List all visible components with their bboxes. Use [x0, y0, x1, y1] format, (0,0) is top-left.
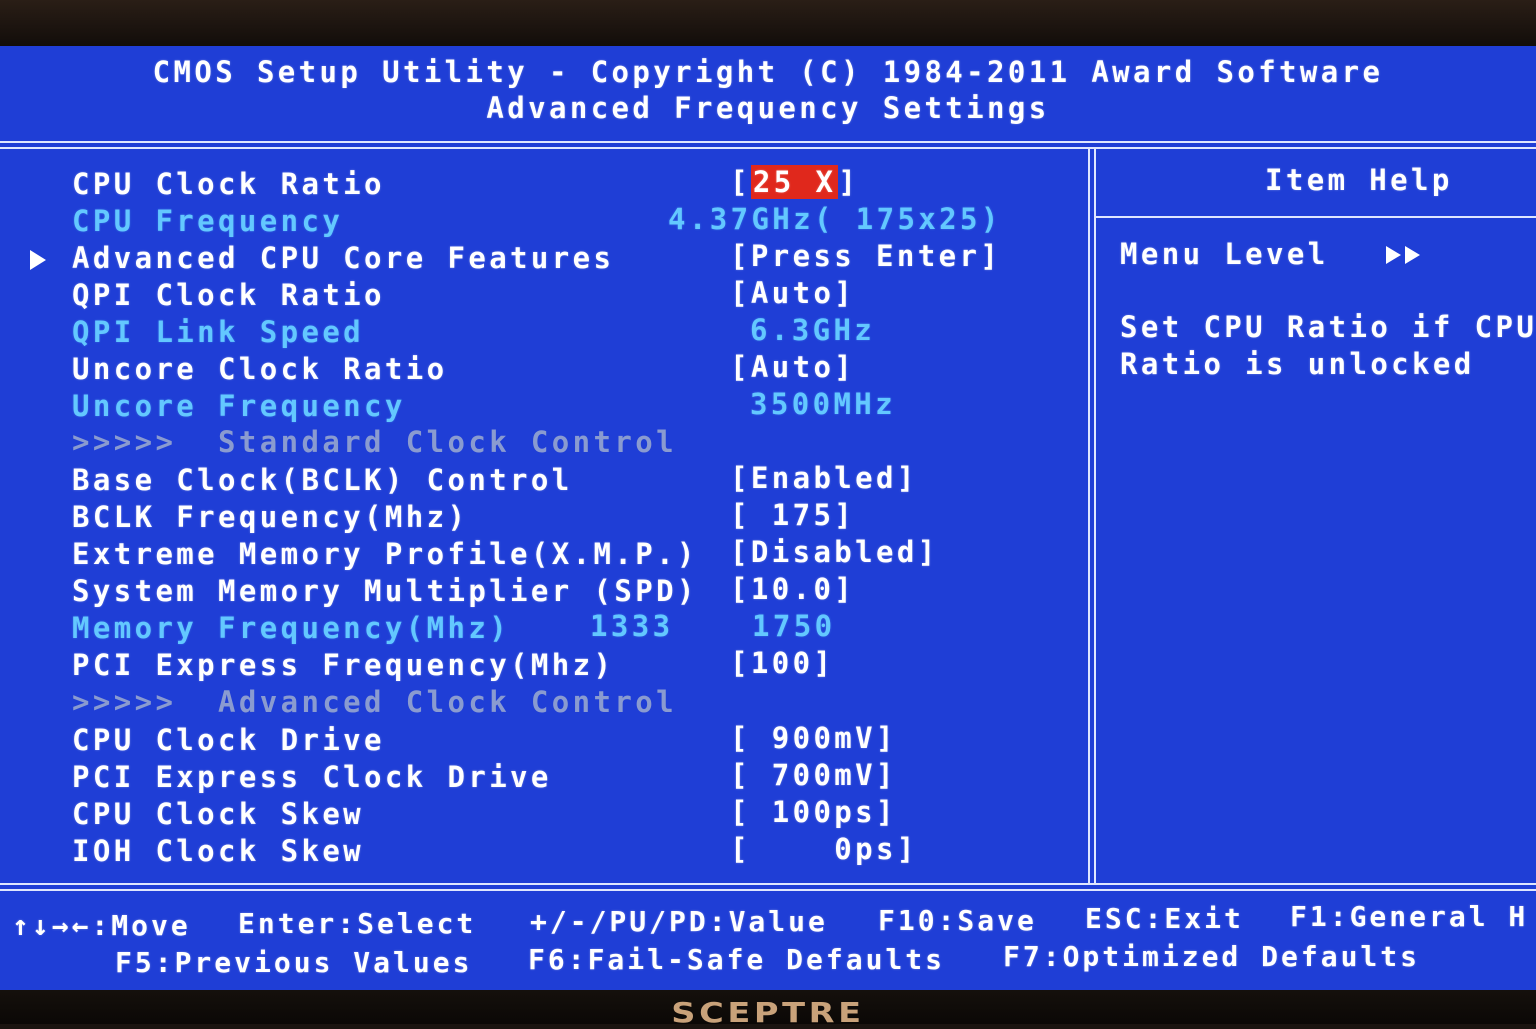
setting-label: CPU Clock Skew	[72, 797, 365, 831]
setting-value[interactable]: [100]	[730, 649, 834, 678]
setting-label: QPI Clock Ratio	[72, 278, 385, 312]
key-move: ↑↓→←:Move	[12, 909, 191, 942]
section-heading: >>>>> Advanced Clock Control	[72, 685, 677, 719]
setting-value[interactable]: [Disabled]	[730, 538, 939, 567]
key-exit: ESC:Exit	[1085, 902, 1244, 935]
help-divider	[1094, 216, 1536, 218]
setting-value[interactable]: [Press Enter]	[730, 242, 1001, 271]
setting-label: CPU Frequency	[72, 204, 344, 238]
setting-label: System Memory Multiplier (SPD)	[72, 574, 698, 608]
setting-label: PCI Express Frequency(Mhz)	[72, 648, 615, 682]
key-fail-safe-defaults: F6:Fail-Safe Defaults	[528, 943, 946, 976]
setting-value[interactable]: [Auto]	[730, 279, 855, 308]
key-save: F10:Save	[878, 904, 1037, 937]
setting-value[interactable]: [10.0]	[730, 575, 855, 604]
setting-value[interactable]: [ 700mV]	[730, 761, 897, 790]
key-optimized-defaults: F7:Optimized Defaults	[1003, 940, 1421, 973]
page-title: Advanced Frequency Settings	[486, 91, 1050, 125]
help-text-line-1: Set CPU Ratio if CPU	[1120, 310, 1536, 344]
monitor-brand-logo: SCEPTRE	[671, 996, 865, 1029]
value-bracket-close: ]	[838, 165, 860, 199]
setting-label: IOH Clock Skew	[72, 834, 365, 868]
setting-label: Base Clock(BCLK) Control	[72, 463, 573, 497]
menu-level-arrow-icon	[1386, 246, 1401, 264]
header-title: CMOS Setup Utility - Copyright (C) 1984-…	[152, 55, 1384, 89]
setting-label: Uncore Clock Ratio	[72, 352, 448, 386]
setting-label: CPU Clock Drive	[72, 723, 385, 757]
setting-value[interactable]: [ 100ps]	[730, 798, 897, 827]
setting-label: Advanced CPU Core Features	[72, 241, 615, 275]
setting-value[interactable]: [Enabled]	[730, 464, 918, 493]
setting-value[interactable]: [ 900mV]	[730, 724, 897, 753]
key-value: +/-/PU/PD:Value	[530, 905, 828, 938]
setting-label: PCI Express Clock Drive	[72, 760, 552, 794]
footer-divider-2	[0, 889, 1536, 891]
setting-value: 6.3GHz	[750, 313, 876, 347]
panel-divider	[1088, 147, 1090, 883]
setting-extra-value: 1333	[590, 609, 674, 643]
value-bracket-open: [	[730, 165, 751, 199]
header-divider	[0, 141, 1536, 143]
key-previous-values: F5:Previous Values	[115, 946, 473, 979]
setting-value: 3500MHz	[750, 387, 897, 421]
help-text-line-2: Ratio is unlocked	[1120, 347, 1475, 381]
setting-label: Memory Frequency(Mhz)	[72, 611, 511, 645]
menu-level-arrow-icon	[1405, 246, 1420, 264]
footer-divider	[0, 883, 1536, 885]
monitor-bezel-top	[0, 0, 1536, 46]
panel-divider-2	[1094, 147, 1096, 883]
key-select: Enter:Select	[238, 907, 477, 940]
header-divider-2	[0, 147, 1536, 149]
submenu-arrow-icon	[30, 250, 46, 270]
setting-label: CPU Clock Ratio	[72, 167, 385, 201]
setting-value[interactable]: [ 175]	[730, 501, 855, 530]
selected-value[interactable]: 25 X	[750, 165, 839, 199]
setting-label: QPI Link Speed	[72, 315, 365, 349]
setting-value: 1750	[752, 609, 836, 643]
setting-label: Extreme Memory Profile(X.M.P.)	[72, 537, 698, 571]
bios-screen: CMOS Setup Utility - Copyright (C) 1984-…	[0, 46, 1536, 990]
setting-label: BCLK Frequency(Mhz)	[72, 500, 469, 534]
setting-label: Uncore Frequency	[72, 389, 406, 423]
key-general-help: F1:General H	[1290, 900, 1529, 933]
setting-value[interactable]: [25 X]	[730, 165, 860, 199]
section-heading: >>>>> Standard Clock Control	[72, 425, 677, 459]
setting-value: 4.37GHz( 175x25)	[668, 202, 1002, 236]
item-help-title: Item Help	[1265, 163, 1453, 197]
setting-value[interactable]: [ 0ps]	[730, 835, 918, 864]
menu-level-label: Menu Level	[1120, 237, 1329, 271]
setting-value[interactable]: [Auto]	[730, 353, 855, 382]
